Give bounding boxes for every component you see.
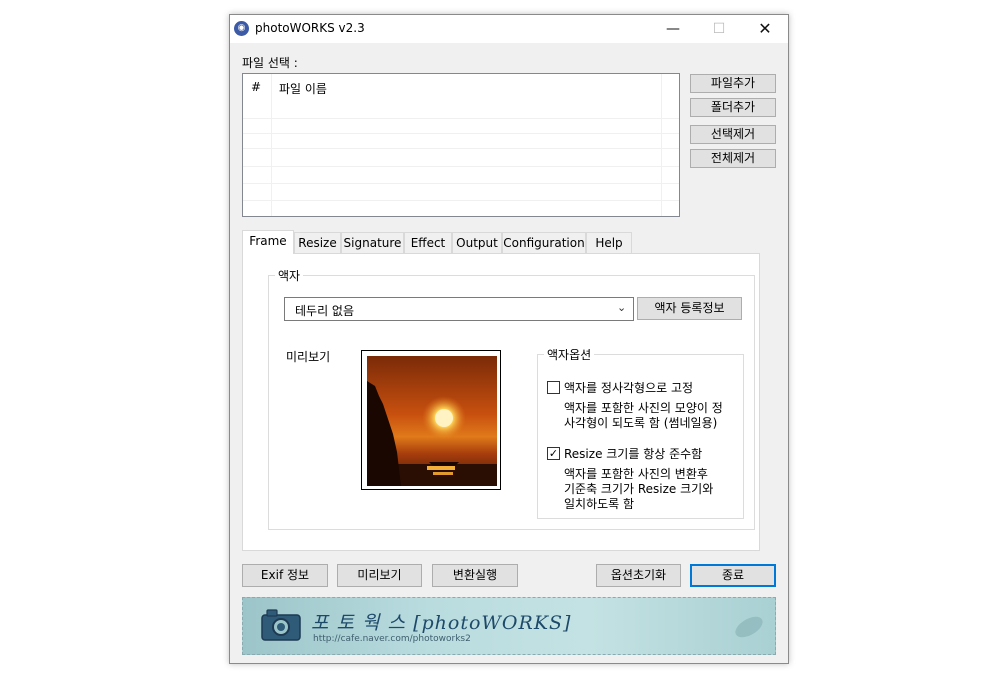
- square-frame-checkbox[interactable]: [547, 381, 560, 394]
- tab-signature[interactable]: Signature: [341, 232, 404, 253]
- minimize-button[interactable]: —: [650, 15, 696, 43]
- resize-fit-checkbox[interactable]: ✓: [547, 447, 560, 460]
- square-frame-label[interactable]: 액자를 정사각형으로 고정: [564, 379, 693, 396]
- close-button[interactable]: ✕: [742, 15, 788, 43]
- file-select-label: 파일 선택 :: [242, 56, 298, 70]
- frame-preview: [361, 350, 501, 490]
- exif-info-button[interactable]: Exif 정보: [242, 564, 328, 587]
- preview-button[interactable]: 미리보기: [337, 564, 422, 587]
- tab-frame[interactable]: Frame: [242, 230, 294, 254]
- frame-group-label: 액자: [275, 267, 304, 284]
- column-header-number[interactable]: #: [251, 80, 261, 94]
- preview-label: 미리보기: [286, 350, 331, 364]
- square-frame-description: 액자를 포함한 사진의 모양이 정 사각형이 되도록 함 (썸네일용): [564, 401, 723, 430]
- file-list[interactable]: # 파일 이름: [242, 73, 680, 217]
- tab-help[interactable]: Help: [586, 232, 632, 253]
- window-title: photoWORKS v2.3: [255, 21, 365, 35]
- frame-select-value: 테두리 없음: [295, 304, 355, 318]
- remove-selected-button[interactable]: 선택제거: [690, 125, 776, 144]
- frame-select[interactable]: 테두리 없음 ⌄: [284, 297, 634, 321]
- frame-register-button[interactable]: 액자 등록정보: [637, 297, 742, 320]
- remove-all-button[interactable]: 전체제거: [690, 149, 776, 168]
- tab-configuration[interactable]: Configuration: [502, 232, 586, 253]
- app-window: ◉ photoWORKS v2.3 — ☐ ✕ 파일 선택 : # 파일 이름 …: [229, 14, 789, 664]
- photoworks-banner[interactable]: 포 토 웍 스 [photoWORKS] http://cafe.naver.c…: [242, 597, 776, 655]
- chevron-down-icon: ⌄: [617, 301, 627, 314]
- camera-icon: [261, 609, 301, 641]
- frame-options-groupbox: 액자옵션 액자를 정사각형으로 고정 액자를 포함한 사진의 모양이 정 사각형…: [537, 346, 744, 519]
- banner-url[interactable]: http://cafe.naver.com/photoworks2: [313, 634, 471, 644]
- title-bar[interactable]: ◉ photoWORKS v2.3 — ☐ ✕: [230, 15, 788, 43]
- add-file-button[interactable]: 파일추가: [690, 74, 776, 93]
- tab-resize[interactable]: Resize: [294, 232, 341, 253]
- frame-options-label: 액자옵션: [544, 346, 595, 363]
- tab-effect[interactable]: Effect: [404, 232, 452, 253]
- resize-fit-description: 액자를 포함한 사진의 변환후 기준축 크기가 Resize 크기와 일치하도록…: [564, 467, 714, 511]
- leaf-icon: [735, 616, 763, 638]
- camera-icon: ◉: [234, 21, 249, 36]
- column-header-filename[interactable]: 파일 이름: [279, 80, 327, 97]
- resize-fit-label[interactable]: Resize 크기를 항상 준수함: [564, 445, 702, 462]
- convert-button[interactable]: 변환실행: [432, 564, 518, 587]
- add-folder-button[interactable]: 폴더추가: [690, 98, 776, 117]
- banner-title: 포 토 웍 스 [photoWORKS]: [311, 612, 572, 634]
- frame-tab-panel: 액자 테두리 없음 ⌄ 액자 등록정보 미리보기 액자옵션 액자를 정사각형으로…: [242, 253, 760, 551]
- maximize-button[interactable]: ☐: [696, 15, 742, 43]
- reset-options-button[interactable]: 옵션초기화: [596, 564, 681, 587]
- sunset-preview-image: [367, 356, 497, 486]
- exit-button[interactable]: 종료: [690, 564, 776, 587]
- tab-output[interactable]: Output: [452, 232, 502, 253]
- frame-groupbox: 액자 테두리 없음 ⌄ 액자 등록정보 미리보기 액자옵션 액자를 정사각형으로…: [268, 267, 755, 530]
